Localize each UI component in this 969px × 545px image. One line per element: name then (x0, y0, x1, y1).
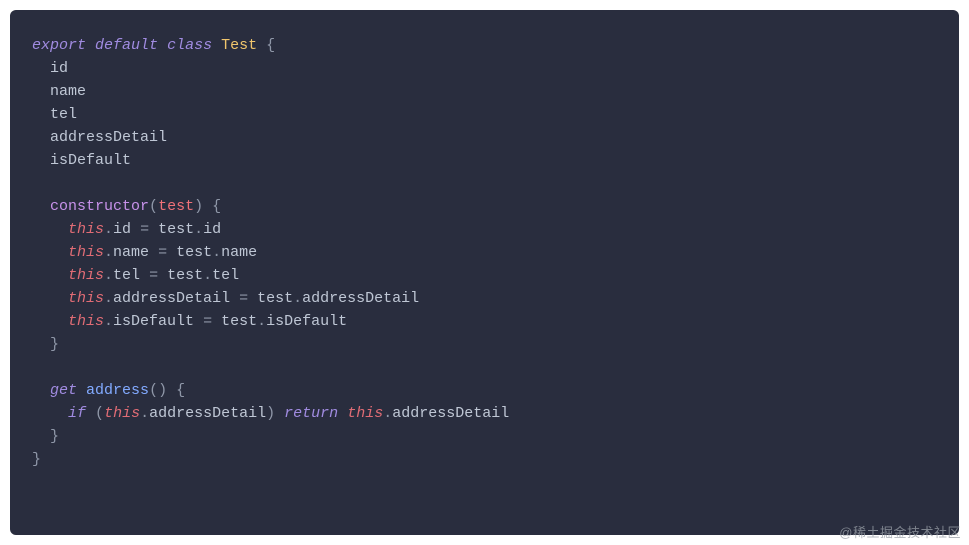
eq: = (239, 290, 248, 307)
ref-test: test (257, 290, 293, 307)
dot: . (293, 290, 302, 307)
field-isDefault: isDefault (50, 152, 131, 169)
constructor-kw: constructor (50, 198, 149, 215)
prop-addressDetail: addressDetail (149, 405, 266, 422)
kw-class: class (167, 37, 212, 54)
field-addressDetail: addressDetail (50, 129, 167, 146)
prop-addressDetail: addressDetail (113, 290, 230, 307)
kw-get: get (50, 382, 77, 399)
prop-addressDetail: addressDetail (302, 290, 419, 307)
watermark-text: @稀土掘金技术社区 (839, 522, 961, 541)
kw-this: this (68, 267, 104, 284)
brace-close: } (50, 428, 59, 445)
paren-open: ( (149, 382, 158, 399)
ref-test: test (221, 313, 257, 330)
kw-this: this (68, 244, 104, 261)
prop-isDefault: isDefault (113, 313, 194, 330)
method-address: address (86, 382, 149, 399)
prop-name: name (113, 244, 149, 261)
paren-close: ) (266, 405, 275, 422)
prop-id: id (203, 221, 221, 238)
kw-this: this (104, 405, 140, 422)
eq: = (203, 313, 212, 330)
eq: = (158, 244, 167, 261)
dot: . (104, 313, 113, 330)
dot: . (104, 244, 113, 261)
brace-open: { (176, 382, 185, 399)
code-block: export default class Test { id name tel … (32, 34, 937, 471)
brace-open: { (266, 37, 275, 54)
paren-close: ) (158, 382, 167, 399)
eq: = (149, 267, 158, 284)
field-name: name (50, 83, 86, 100)
kw-this: this (68, 221, 104, 238)
prop-addressDetail: addressDetail (392, 405, 509, 422)
kw-this: this (347, 405, 383, 422)
dot: . (212, 244, 221, 261)
dot: . (104, 267, 113, 284)
prop-tel: tel (113, 267, 140, 284)
prop-id: id (113, 221, 131, 238)
paren-open: ( (95, 405, 104, 422)
dot: . (104, 221, 113, 238)
field-tel: tel (50, 106, 77, 123)
kw-this: this (68, 290, 104, 307)
class-name: Test (221, 37, 257, 54)
code-frame: export default class Test { id name tel … (10, 10, 959, 535)
prop-name: name (221, 244, 257, 261)
dot: . (383, 405, 392, 422)
ref-test: test (167, 267, 203, 284)
brace-close: } (50, 336, 59, 353)
kw-default: default (95, 37, 158, 54)
eq: = (140, 221, 149, 238)
param-test: test (158, 198, 194, 215)
brace-open: { (212, 198, 221, 215)
dot: . (203, 267, 212, 284)
dot: . (194, 221, 203, 238)
brace-close: } (32, 451, 41, 468)
dot: . (140, 405, 149, 422)
dot: . (104, 290, 113, 307)
field-id: id (50, 60, 68, 77)
kw-export: export (32, 37, 86, 54)
kw-this: this (68, 313, 104, 330)
kw-if: if (68, 405, 86, 422)
ref-test: test (158, 221, 194, 238)
ref-test: test (176, 244, 212, 261)
prop-tel: tel (212, 267, 239, 284)
paren-open: ( (149, 198, 158, 215)
kw-return: return (284, 405, 338, 422)
dot: . (257, 313, 266, 330)
prop-isDefault: isDefault (266, 313, 347, 330)
paren-close: ) (194, 198, 203, 215)
